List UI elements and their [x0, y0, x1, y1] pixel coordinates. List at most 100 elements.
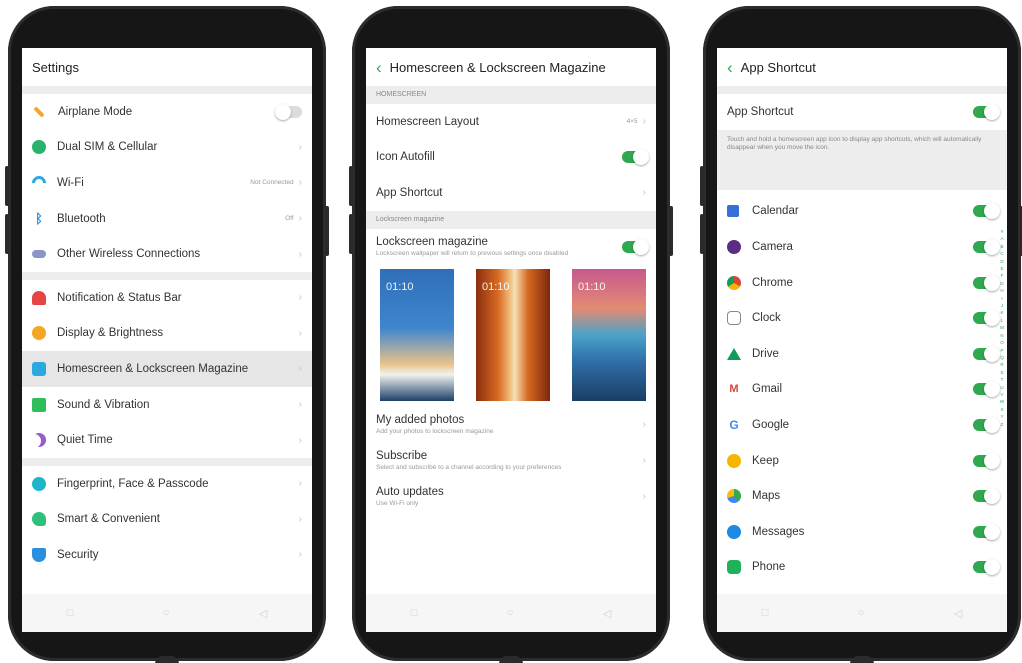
alphabet-index-letter[interactable]: T — [1001, 376, 1004, 383]
alphabet-index-letter[interactable]: X — [1000, 406, 1003, 413]
alphabet-index-letter[interactable]: R — [1000, 361, 1003, 368]
keep-icon — [727, 453, 741, 468]
app-toggle[interactable] — [973, 238, 1000, 255]
circle-icon[interactable]: ○ — [858, 607, 865, 619]
app-shortcut-item[interactable]: App Shortcut › — [366, 175, 656, 211]
triangle-icon[interactable]: ◁ — [954, 607, 962, 620]
settings-item-fingerprint[interactable]: Fingerprint, Face & Passcode › — [22, 465, 312, 502]
alphabet-index-letter[interactable]: G — [1000, 280, 1004, 287]
alphabet-index-letter[interactable]: # — [1001, 228, 1004, 235]
app-toggle[interactable] — [973, 381, 1000, 398]
list-item-gmail[interactable]: M Gmail — [717, 371, 1007, 408]
settings-item-wifi[interactable]: Wi-Fi Not Connected › — [22, 165, 312, 201]
settings-item-quiet[interactable]: Quiet Time › — [22, 422, 312, 458]
autofill-toggle[interactable] — [622, 149, 649, 166]
list-item-phone[interactable]: Phone — [717, 549, 1007, 586]
alphabet-index-letter[interactable]: Q — [1000, 354, 1004, 361]
circle-icon[interactable]: ○ — [163, 607, 170, 619]
homescreen-layout-item[interactable]: Homescreen Layout 4×5 › — [366, 104, 656, 140]
app-toggle[interactable] — [973, 416, 1000, 433]
alphabet-index-letter[interactable]: M — [1000, 324, 1004, 331]
phone-magazine: ‹ Homescreen & Lockscreen Magazine HOMES… — [349, 6, 673, 663]
app-shortcut-screen: ‹ App Shortcut App Shortcut Touch and ho… — [717, 48, 1007, 632]
app-toggle[interactable] — [973, 523, 1000, 540]
lockscreen-magazine-item[interactable]: Lockscreen magazine Lockscreen wallpaper… — [366, 229, 656, 265]
list-item-maps[interactable]: Maps — [717, 478, 1007, 514]
section-divider — [717, 86, 1007, 94]
phone-settings: Settings Airplane Mode Dual SIM & Cellul… — [5, 6, 329, 663]
settings-item-security[interactable]: Security › — [22, 537, 312, 573]
list-item-keep[interactable]: Keep — [717, 442, 1007, 479]
app-toggle[interactable] — [973, 452, 1000, 469]
alphabet-index-letter[interactable]: S — [1000, 369, 1003, 376]
airplane-toggle[interactable] — [275, 103, 302, 120]
settings-item-display[interactable]: Display & Brightness › — [22, 315, 312, 352]
square-icon[interactable]: □ — [411, 607, 418, 619]
alphabet-index-letter[interactable]: B — [1000, 243, 1003, 250]
square-icon[interactable]: □ — [67, 607, 74, 619]
list-item-chrome[interactable]: Chrome — [717, 264, 1007, 301]
triangle-icon[interactable]: ◁ — [603, 607, 611, 620]
subscribe-item[interactable]: Subscribe Select and subscribe to a chan… — [366, 443, 656, 479]
list-item-google[interactable]: G Google — [717, 407, 1007, 443]
alphabet-index-letter[interactable]: D — [1000, 258, 1003, 265]
alphabet-index-letter[interactable]: W — [1000, 398, 1004, 405]
brightness-icon — [32, 326, 46, 341]
list-item-camera[interactable]: Camera — [717, 229, 1007, 265]
app-shortcut-master-item[interactable]: App Shortcut — [717, 94, 1007, 130]
alphabet-index-letter[interactable]: N — [1000, 332, 1003, 339]
alphabet-index-letter[interactable]: F — [1001, 272, 1004, 279]
app-toggle[interactable] — [973, 203, 1000, 220]
back-icon[interactable]: ‹ — [727, 59, 733, 76]
triangle-icon[interactable]: ◁ — [259, 607, 267, 620]
shortcut-label: App Shortcut — [376, 186, 443, 199]
app-list: Calendar Camera Chrome Clock Drive M Gma… — [717, 190, 1007, 586]
list-item-messages[interactable]: Messages — [717, 513, 1007, 550]
settings-item-notification[interactable]: Notification & Status Bar › — [22, 279, 312, 316]
app-name: Keep — [752, 454, 779, 467]
icon-autofill-item[interactable]: Icon Autofill — [366, 139, 656, 176]
alphabet-index-letter[interactable]: E — [1000, 265, 1003, 272]
alphabet-index-letter[interactable]: U — [1000, 384, 1003, 391]
app-shortcut-toggle[interactable] — [973, 103, 1000, 120]
settings-item-airplane[interactable]: Airplane Mode — [22, 94, 312, 130]
alphabet-index-letter[interactable]: Z — [1001, 421, 1004, 428]
list-item-drive[interactable]: Drive — [717, 335, 1007, 372]
app-toggle[interactable] — [973, 559, 1000, 576]
alphabet-index-letter[interactable]: A — [1000, 235, 1003, 242]
alphabet-index-letter[interactable]: K — [1000, 309, 1003, 316]
alphabet-index-letter[interactable]: O — [1000, 339, 1004, 346]
list-item-clock[interactable]: Clock — [717, 300, 1007, 336]
alphabet-index-letter[interactable]: C — [1000, 250, 1003, 257]
alphabet-index-letter[interactable]: H — [1000, 287, 1003, 294]
google-icon: G — [729, 417, 739, 432]
settings-item-wireless[interactable]: Other Wireless Connections › — [22, 236, 312, 272]
lockscreen-toggle[interactable] — [622, 238, 649, 255]
back-icon[interactable]: ‹ — [376, 59, 382, 76]
app-toggle[interactable] — [973, 345, 1000, 362]
app-toggle[interactable] — [973, 310, 1000, 327]
alphabet-index[interactable]: # A B C D E F G H I J K L M N O P Q R S T U V W X Y Z — [999, 228, 1005, 428]
added-photos-item[interactable]: My added photos Add your photos to locks… — [366, 407, 656, 443]
square-icon[interactable]: □ — [762, 607, 769, 619]
alphabet-index-letter[interactable]: Y — [1000, 413, 1003, 420]
settings-item-sound[interactable]: Sound & Vibration › — [22, 386, 312, 423]
wallpaper-thumbnail-coast[interactable]: 01:10 — [572, 268, 646, 401]
wallpaper-thumbnail-opera-house[interactable]: 01:10 — [380, 268, 454, 401]
settings-item-smart[interactable]: Smart & Convenient › — [22, 501, 312, 538]
list-item-calendar[interactable]: Calendar — [717, 193, 1007, 230]
circle-icon[interactable]: ○ — [507, 607, 514, 619]
app-toggle[interactable] — [973, 274, 1000, 291]
app-name: Messages — [752, 525, 805, 538]
alphabet-index-letter[interactable]: L — [1001, 317, 1004, 324]
auto-updates-item[interactable]: Auto updates Use Wi-Fi only › — [366, 479, 656, 515]
settings-item-dualsim[interactable]: Dual SIM & Cellular › — [22, 129, 312, 166]
alphabet-index-letter[interactable]: I — [1001, 295, 1002, 302]
alphabet-index-letter[interactable]: J — [1001, 302, 1003, 309]
alphabet-index-letter[interactable]: V — [1000, 391, 1003, 398]
app-toggle[interactable] — [973, 488, 1000, 505]
alphabet-index-letter[interactable]: P — [1000, 347, 1003, 354]
settings-item-bluetooth[interactable]: ᛒ Bluetooth Off › — [22, 200, 312, 237]
settings-item-homescreen[interactable]: Homescreen & Lockscreen Magazine › — [22, 351, 312, 387]
wallpaper-thumbnail-canyon[interactable]: 01:10 — [476, 268, 550, 401]
